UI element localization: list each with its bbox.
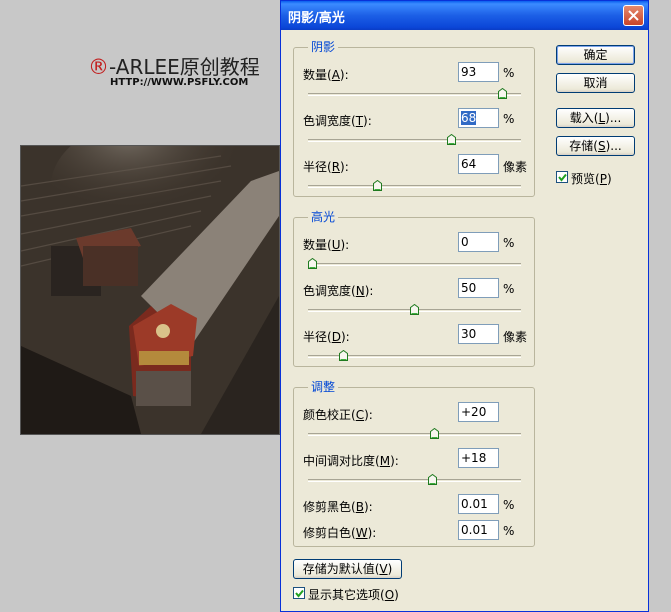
highlights-tonal-slider[interactable] (308, 303, 521, 315)
shadows-radius-input[interactable]: 64 (458, 154, 499, 174)
shadows-amount-slider[interactable] (308, 87, 521, 99)
midtone-contrast-slider[interactable] (308, 473, 521, 485)
shadows-tonal-input[interactable]: 68 (458, 108, 499, 128)
clip-white-unit: % (503, 524, 515, 538)
highlights-radius-label: 半径(D): (303, 330, 350, 344)
slider-thumb[interactable] (373, 179, 382, 191)
brand-name: ®-ARLEE原创教程 (88, 55, 260, 79)
shadows-radius-label: 半径(R): (303, 160, 349, 174)
shadows-group: 阴影 数量(A): 93 % 色调宽度(T): 68 % 半径(R): 64 像… (293, 40, 535, 197)
save-default-button[interactable]: 存储为默认值(V) (293, 559, 402, 579)
close-button[interactable] (623, 5, 644, 26)
shadows-amount-input[interactable]: 93 (458, 62, 499, 82)
highlights-radius-input[interactable]: 30 (458, 324, 499, 344)
ok-button[interactable]: 确定 (556, 45, 635, 65)
midtone-contrast-input[interactable]: +18 (458, 448, 499, 468)
highlights-radius-unit: 像素 (503, 330, 528, 344)
cancel-button[interactable]: 取消 (556, 73, 635, 93)
shadows-tonal-label: 色调宽度(T): (303, 114, 372, 128)
train-photo (20, 145, 280, 435)
preview-checkbox[interactable] (556, 171, 568, 183)
clip-black-label: 修剪黑色(B): (303, 500, 373, 514)
close-icon (628, 10, 639, 21)
highlights-amount-slider[interactable] (308, 257, 521, 269)
highlights-amount-label: 数量(U): (303, 238, 350, 252)
brand-logo: ®-ARLEE原创教程 HTTP://WWW.PSFLY.COM (88, 55, 260, 88)
highlights-group-title: 高光 (308, 210, 339, 224)
color-correction-slider[interactable] (308, 427, 521, 439)
dialog-titlebar[interactable]: 阴影/高光 (281, 1, 648, 30)
highlights-group: 高光 数量(U): 0 % 色调宽度(N): 50 % 半径(D): 30 像素 (293, 210, 535, 367)
clip-black-unit: % (503, 498, 515, 512)
clip-white-label: 修剪白色(W): (303, 526, 377, 540)
slider-thumb[interactable] (308, 257, 317, 269)
preview-label[interactable]: 预览(P) (571, 170, 612, 187)
shadow-highlight-dialog: 阴影/高光 阴影 数量(A): 93 % 色调宽度(T): 68 % 半径(R)… (280, 0, 649, 612)
show-more-options-label[interactable]: 显示其它选项(O) (308, 586, 399, 603)
adjustments-group: 调整 颜色校正(C): +20 中间调对比度(M): +18 修剪黑色(B): … (293, 380, 535, 547)
shadows-group-title: 阴影 (308, 40, 339, 54)
clip-white-input[interactable]: 0.01 (458, 520, 499, 540)
highlights-tonal-input[interactable]: 50 (458, 278, 499, 298)
slider-thumb[interactable] (430, 427, 439, 439)
highlights-amount-input[interactable]: 0 (458, 232, 499, 252)
slider-thumb[interactable] (410, 303, 419, 315)
shadows-radius-slider[interactable] (308, 179, 521, 191)
shadows-amount-unit: % (503, 66, 515, 80)
color-correction-label: 颜色校正(C): (303, 408, 373, 422)
highlights-radius-slider[interactable] (308, 349, 521, 361)
slider-thumb[interactable] (498, 87, 507, 99)
shadows-tonal-unit: % (503, 112, 515, 126)
shadows-amount-label: 数量(A): (303, 68, 349, 82)
brand-url: HTTP://WWW.PSFLY.COM (110, 77, 249, 88)
save-button[interactable]: 存储(S)... (556, 136, 635, 156)
checkmark-icon (558, 173, 567, 182)
dialog-title: 阴影/高光 (288, 11, 345, 26)
slider-thumb[interactable] (339, 349, 348, 361)
highlights-tonal-label: 色调宽度(N): (303, 284, 374, 298)
load-button[interactable]: 载入(L)... (556, 108, 635, 128)
midtone-contrast-label: 中间调对比度(M): (303, 454, 399, 468)
checkmark-icon (295, 589, 304, 598)
clip-black-input[interactable]: 0.01 (458, 494, 499, 514)
shadows-tonal-slider[interactable] (308, 133, 521, 145)
slider-thumb[interactable] (447, 133, 456, 145)
highlights-tonal-unit: % (503, 282, 515, 296)
shadows-radius-unit: 像素 (503, 160, 528, 174)
show-more-options-checkbox[interactable] (293, 587, 305, 599)
slider-thumb[interactable] (428, 473, 437, 485)
adjustments-group-title: 调整 (308, 380, 339, 394)
color-correction-input[interactable]: +20 (458, 402, 499, 422)
highlights-amount-unit: % (503, 236, 515, 250)
